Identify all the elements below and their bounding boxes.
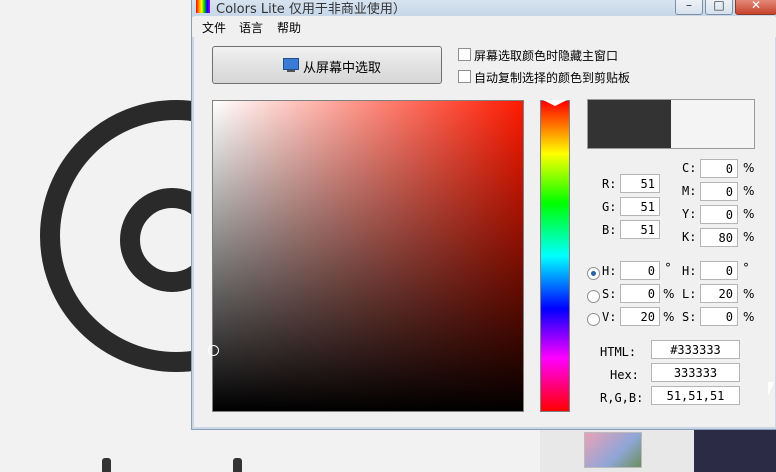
hue-slider[interactable]: [540, 100, 570, 412]
hls-s-unit: %: [743, 310, 755, 324]
html-code-label: HTML:: [600, 345, 637, 359]
hsv-v-unit: %: [663, 310, 675, 324]
menu-bar: 文件 语言 帮助: [192, 17, 776, 37]
y-field[interactable]: 0: [700, 205, 738, 224]
color-preview: [587, 99, 755, 149]
previous-color-swatch[interactable]: [671, 100, 754, 148]
maximize-button[interactable]: □: [705, 0, 733, 15]
minimize-icon: –: [686, 0, 692, 12]
html-code-field[interactable]: #333333: [651, 340, 740, 359]
app-rainbow-icon: [196, 0, 210, 13]
auto-copy-label: 自动复制选择的颜色到剪贴板: [474, 71, 631, 85]
r-field[interactable]: 51: [620, 174, 660, 193]
hls-h-label: H:: [682, 264, 697, 278]
close-icon: ✕: [750, 0, 762, 12]
close-button[interactable]: ✕: [735, 0, 776, 15]
menu-help[interactable]: 帮助: [277, 19, 301, 36]
hls-l-label: L:: [682, 287, 697, 301]
hsv-h-unit: °: [665, 261, 671, 275]
hide-window-option[interactable]: 屏幕选取颜色时隐藏主窗口: [458, 47, 678, 63]
auto-copy-option[interactable]: 自动复制选择的颜色到剪贴板: [458, 69, 678, 85]
c-unit: %: [743, 161, 755, 175]
field-selector-circle[interactable]: [208, 345, 219, 356]
hide-window-checkbox[interactable]: [458, 48, 471, 61]
hue-slider-handle[interactable]: [541, 100, 569, 106]
pick-from-screen-label: 从屏幕中选取: [303, 61, 382, 76]
y-label: Y:: [682, 207, 697, 221]
hls-h-unit: °: [743, 261, 749, 275]
saturation-value-field[interactable]: [208, 100, 524, 412]
c-field[interactable]: 0: [700, 159, 738, 178]
g-label: G:: [602, 200, 617, 214]
colors-lite-window: Colors Lite 仅用于非商业使用） – □ ✕ 文件 语言 帮助 从屏幕…: [191, 0, 776, 430]
hsv-v-radio[interactable]: [587, 313, 600, 326]
menu-language[interactable]: 语言: [239, 19, 263, 36]
hex-code-label: Hex:: [610, 368, 639, 382]
hide-window-label: 屏幕选取颜色时隐藏主窗口: [474, 49, 619, 63]
m-label: M:: [682, 184, 697, 198]
hls-h-field[interactable]: 0: [700, 261, 738, 280]
m-field[interactable]: 0: [700, 182, 738, 201]
hsv-s-field[interactable]: 0: [620, 284, 660, 303]
background-marks: [100, 458, 250, 472]
mouse-cursor-icon: [768, 382, 774, 396]
hsv-v-field[interactable]: 20: [620, 307, 660, 326]
c-label: C:: [682, 161, 697, 175]
hsv-s-unit: %: [663, 287, 675, 301]
title-bar[interactable]: Colors Lite 仅用于非商业使用） – □ ✕: [192, 0, 776, 17]
minimize-button[interactable]: –: [675, 0, 703, 15]
background-thumbnail: [584, 432, 642, 468]
auto-copy-checkbox[interactable]: [458, 70, 471, 83]
hsv-v-label: V:: [602, 310, 617, 324]
r-label: R:: [602, 177, 617, 191]
monitor-icon: [283, 58, 299, 72]
hsv-s-radio[interactable]: [587, 290, 600, 303]
k-field[interactable]: 80: [700, 228, 738, 247]
hls-s-label: S:: [682, 310, 697, 324]
maximize-icon: □: [713, 0, 725, 12]
menu-file[interactable]: 文件: [202, 19, 226, 36]
y-unit: %: [743, 207, 755, 221]
hex-code-field[interactable]: 333333: [651, 363, 740, 382]
hls-l-unit: %: [743, 287, 755, 301]
hsv-s-label: S:: [602, 287, 617, 301]
b-field[interactable]: 51: [620, 220, 660, 239]
rgb-code-field[interactable]: 51,51,51: [651, 386, 740, 405]
b-label: B:: [602, 223, 617, 237]
pick-from-screen-button[interactable]: 从屏幕中选取: [212, 46, 442, 84]
hls-s-field[interactable]: 0: [700, 307, 738, 326]
hsv-h-radio[interactable]: [587, 267, 600, 280]
hsv-h-label: H:: [602, 264, 617, 278]
k-label: K:: [682, 230, 697, 244]
g-field[interactable]: 51: [620, 197, 660, 216]
m-unit: %: [743, 184, 755, 198]
current-color-swatch: [588, 100, 671, 148]
hsv-h-field[interactable]: 0: [620, 261, 660, 280]
rgb-code-label: R,G,B:: [600, 391, 644, 405]
window-title: Colors Lite 仅用于非商业使用）: [216, 2, 406, 17]
hls-l-field[interactable]: 20: [700, 284, 738, 303]
k-unit: %: [743, 230, 755, 244]
